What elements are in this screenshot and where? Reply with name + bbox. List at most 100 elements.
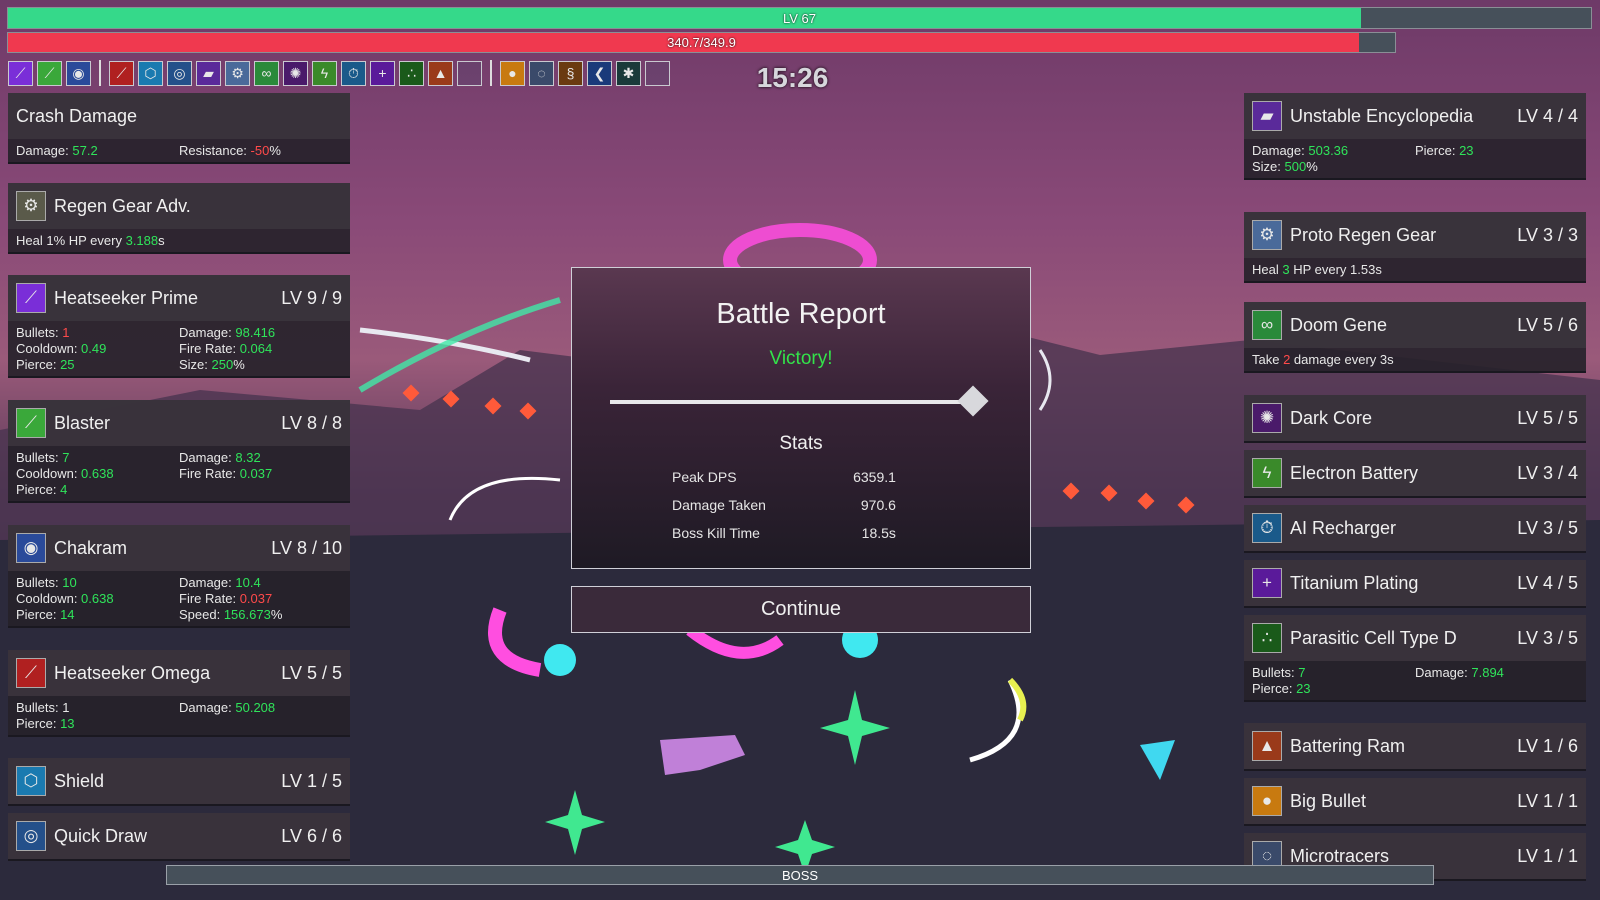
doom-gene-icon: ∞ <box>1252 310 1282 340</box>
upgrade-header: ◉ Chakram LV 8 / 10 <box>8 525 350 571</box>
stat-value: 18.5s <box>861 525 896 541</box>
stat-line: Cooldown: 0.638 <box>16 591 179 606</box>
stat-suffix: % <box>269 143 281 158</box>
big-bullet-icon: ● <box>1252 786 1282 816</box>
upgrade-panel: ▰ Unstable Encyclopedia LV 4 / 4 Damage: 50… <box>1244 93 1586 180</box>
stat-value: 23 <box>1296 681 1311 696</box>
stat-line: Bullets: 1 <box>16 700 179 715</box>
stat-label: Damage: <box>1415 665 1472 680</box>
level-text: LV 67 <box>782 10 816 26</box>
stat-line: Bullets: 10 <box>16 575 179 590</box>
upgrade-name: Doom Gene <box>1290 314 1388 335</box>
upgrade-name: Proto Regen Gear <box>1290 224 1437 245</box>
upgrade-panel: ⬡ Shield LV 1 / 5 <box>8 758 350 806</box>
upgrade-name: Microtracers <box>1290 845 1390 866</box>
stat-line: Heal 3 HP every 1.53s <box>1252 262 1578 277</box>
stats-row: Damage Taken 970.6 <box>672 491 896 519</box>
stat-label: Damage Taken <box>672 497 766 513</box>
upgrade-header: ⚙ Proto Regen Gear LV 3 / 3 <box>1244 212 1586 258</box>
upgrade-name: Crash Damage <box>16 105 138 126</box>
stat-value: 7 <box>1298 665 1306 680</box>
microtracers-icon: ◌ <box>529 60 554 86</box>
stat-value: 0.638 <box>81 591 114 606</box>
upgrade-stats: Damage: 503.36 Pierce: 23 Size: 500% <box>1244 139 1586 178</box>
doom-gene-icon: ∞ <box>254 60 279 86</box>
stat-label: Damage: <box>179 575 236 590</box>
stat-line: Fire Rate: 0.064 <box>179 341 342 356</box>
stat-line: Bullets: 7 <box>16 450 179 465</box>
stat-label: Cooldown: <box>16 341 82 356</box>
upgrade-header: ▲ Battering Ram LV 1 / 6 <box>1244 723 1586 769</box>
purple-beam-icon: ⟋ <box>16 283 46 313</box>
stat-label: Speed: <box>179 607 224 622</box>
stat-line: Damage: 10.4 <box>179 575 342 590</box>
stat-value: 4 <box>60 482 68 497</box>
upgrade-level: LV 9 / 9 <box>281 287 342 308</box>
stat-value: 156.673 <box>223 607 271 622</box>
blue-arrow-icon: ❮ <box>587 60 612 86</box>
empty-slot-icon <box>645 60 670 86</box>
stat-line: Size: 250% <box>179 357 342 372</box>
stat-line: Bullets: 7 <box>1252 665 1415 680</box>
stat-line: Pierce: 25 <box>16 357 179 372</box>
stat-value: 0.638 <box>81 466 114 481</box>
stat-label: Fire Rate: <box>179 591 240 606</box>
stat-label: Peak DPS <box>672 469 737 485</box>
stat-value: 970.6 <box>860 497 896 513</box>
upgrade-header: ⟋ Heatseeker Prime LV 9 / 9 <box>8 275 350 321</box>
upgrade-header: ◎ Quick Draw LV 6 / 6 <box>8 813 350 859</box>
quick-draw-icon: ◎ <box>167 60 192 86</box>
upgrade-stats: Take 2 damage every 3s <box>1244 348 1586 371</box>
stat-line: Cooldown: 0.638 <box>16 466 179 481</box>
stat-value: 0.037 <box>239 466 273 481</box>
diamond-knob-icon <box>957 385 989 417</box>
stat-value: 98.416 <box>235 325 276 340</box>
slot-separator <box>490 60 492 86</box>
stat-label: Size: <box>1252 159 1285 174</box>
boss-health-bar: BOSS <box>166 865 1434 885</box>
upgrade-level: LV 4 / 5 <box>1517 572 1578 593</box>
stat-value: 7.894 <box>1471 665 1504 680</box>
continue-button[interactable]: Continue <box>571 586 1031 633</box>
upgrade-level: LV 6 / 6 <box>281 825 342 846</box>
stat-line: Pierce: 4 <box>16 482 179 497</box>
stat-label: Take <box>1252 352 1284 367</box>
upgrade-panel: + Titanium Plating LV 4 / 5 <box>1244 560 1586 608</box>
stat-line: Bullets: 1 <box>16 325 179 340</box>
stat-label: Pierce: <box>1252 681 1297 696</box>
stat-label: Damage: <box>179 450 236 465</box>
upgrade-panel: ◎ Quick Draw LV 6 / 6 <box>8 813 350 861</box>
upgrade-level: LV 3 / 5 <box>1517 517 1578 538</box>
stat-line: Speed: 156.673% <box>179 607 342 622</box>
stat-line: Damage: 57.2 <box>16 143 179 158</box>
upgrade-level: LV 5 / 5 <box>281 662 342 683</box>
stat-line: Pierce: 23 <box>1252 681 1415 696</box>
upgrade-name: Electron Battery <box>1290 462 1419 483</box>
upgrade-name: Shield <box>54 770 105 791</box>
boss-label: BOSS <box>781 867 819 883</box>
stat-label: Bullets: <box>16 325 63 340</box>
upgrade-panel: ⚙ Proto Regen Gear LV 3 / 3 Heal 3 HP every… <box>1244 212 1586 283</box>
empty-slot-icon <box>457 60 482 86</box>
upgrade-header: ⚙ Regen Gear Adv. <box>8 183 350 229</box>
dialog-title: Battle Report <box>716 298 886 330</box>
upgrade-name: Heatseeker Prime <box>54 287 199 308</box>
stats-table: Peak DPS 6359.1 Damage Taken 970.6 Boss … <box>672 463 896 547</box>
upgrade-level: LV 5 / 5 <box>1517 407 1578 428</box>
upgrade-panel: ▲ Battering Ram LV 1 / 6 <box>1244 723 1586 771</box>
upgrade-level: LV 1 / 1 <box>1517 790 1578 811</box>
battering-ram-icon: ▲ <box>428 60 453 86</box>
upgrade-name: Dark Core <box>1290 407 1373 428</box>
stat-label: Resistance: <box>179 143 251 158</box>
stat-line: Damage: 503.36 <box>1252 143 1415 158</box>
stat-label: Damage: <box>1252 143 1309 158</box>
stat-line: Pierce: 14 <box>16 607 179 622</box>
parasitic-cell-icon: ∴ <box>1252 623 1282 653</box>
stat-value: 1 <box>62 700 70 715</box>
stat-label: Bullets: <box>1252 665 1299 680</box>
hp-text: 340.7/349.9 <box>667 35 736 50</box>
dark-core-icon: ✺ <box>1252 403 1282 433</box>
upgrade-header: + Titanium Plating LV 4 / 5 <box>1244 560 1586 606</box>
upgrade-stats: Bullets: 10 Damage: 10.4 Cooldown: 0.638 Fi… <box>8 571 350 626</box>
stat-value: 57.2 <box>72 143 98 158</box>
